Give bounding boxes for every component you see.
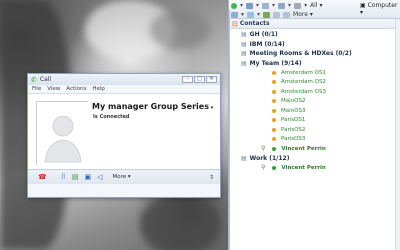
presence-icon — [272, 146, 277, 151]
contact-group[interactable]: ▤ GH (0/1) — [229, 30, 400, 40]
presence-icon — [272, 99, 276, 104]
contact-name: Vincent Perrin — [281, 145, 326, 152]
presence-icon — [272, 127, 276, 132]
chat-contact-icon[interactable] — [263, 11, 271, 18]
contacts-tree: ▤ GH (0/1) ▤ IBM (0/14) ▤ Meeting Rooms & HDX… — [229, 30, 400, 173]
contact-name: MainOS3 — [281, 107, 306, 114]
minimize-button[interactable]: – — [182, 76, 193, 83]
close-button[interactable]: ✕ — [206, 76, 217, 83]
dial-icon[interactable] — [246, 2, 254, 9]
contact-name: ParisOS3 — [281, 136, 306, 143]
group-label: GH (0/1) — [249, 31, 278, 39]
sidebar-toolbar: ▾ ▾ ▾ ▾ ▾ All ▾ ▣ Computer ▾ ▾ ▾ More ▾ — [229, 0, 400, 19]
computer-button[interactable]: ▣ Computer ▾ — [360, 2, 400, 16]
presence-icon — [272, 165, 277, 170]
contact-group[interactable]: ▤ IBM (0/14) — [229, 40, 400, 50]
contact-name: ParisOS2 — [281, 126, 306, 133]
phone-app-icon: ✆ — [31, 75, 37, 84]
group-label: IBM (0/14) — [249, 40, 285, 48]
contact-name: MainOS2 — [281, 98, 306, 105]
group-label: Work (1/12) — [249, 154, 290, 162]
contact-name[interactable]: My manager Group Series ▾ — [92, 102, 213, 111]
call-menubar: File View Actions Help — [28, 85, 220, 93]
contact-group[interactable]: ▤ My Team (9/14) — [229, 59, 400, 69]
contact-item[interactable]: ⚲ Vincent Perrin — [229, 163, 400, 173]
options-icon[interactable]: ⇕ — [209, 174, 214, 181]
contact-item[interactable]: ParisOS1 — [229, 116, 400, 126]
maximize-button[interactable]: □ — [194, 76, 205, 83]
more-button[interactable]: More ▾ — [113, 174, 131, 180]
presence-icon — [272, 137, 276, 142]
settings-icon[interactable] — [294, 2, 302, 9]
contact-item[interactable]: ParisOS2 — [229, 125, 400, 135]
dialpad-icon[interactable]: ⠿ — [61, 173, 66, 181]
screen-share-icon[interactable]: ▣ — [85, 173, 92, 181]
chat-icon[interactable]: ▤ — [72, 173, 79, 181]
group-label: My Team (9/14) — [249, 59, 302, 67]
contact-name: Amsterdam OS1 — [281, 69, 326, 76]
menu-view[interactable]: View — [47, 86, 60, 92]
contact-name: ParisOS1 — [281, 117, 306, 124]
group-icon: ▤ — [241, 59, 247, 67]
view-icon[interactable] — [283, 11, 291, 18]
group-icon: ▤ — [241, 154, 247, 162]
call-window: ✆ Call – □ ✕ File View Actions Help My m… — [27, 73, 221, 198]
person-silhouette-icon — [37, 102, 89, 166]
hangup-icon[interactable]: ☎ — [38, 173, 47, 181]
toolbar-more-button[interactable]: More ▾ — [293, 11, 313, 18]
menu-help[interactable]: Help — [92, 86, 105, 92]
contact-name: Vincent Perrin — [281, 164, 326, 171]
contact-group[interactable]: ▤ Work (1/12) — [229, 154, 400, 164]
call-status: Is Connected — [93, 114, 130, 120]
meeting-icon[interactable] — [262, 2, 270, 9]
menu-actions[interactable]: Actions — [66, 86, 86, 92]
contact-item[interactable]: ParisOS3 — [229, 135, 400, 145]
contact-name: Amsterdam OS3 — [281, 88, 326, 95]
link-icon: ⚲ — [261, 164, 266, 172]
menu-file[interactable]: File — [32, 86, 41, 92]
sidebar-scrollbar[interactable] — [395, 19, 400, 250]
call-window-title: Call — [39, 76, 52, 83]
contact-item[interactable]: MainOS2 — [229, 97, 400, 107]
contacts-sidebar: ▾ ▾ ▾ ▾ ▾ All ▾ ▣ Computer ▾ ▾ ▾ More ▾ … — [228, 0, 400, 250]
call-window-titlebar[interactable]: ✆ Call – □ ✕ — [28, 74, 220, 85]
presence-icon — [272, 118, 276, 123]
contact-item[interactable]: ⚲ Vincent Perrin — [229, 144, 400, 154]
link-icon: ⚲ — [261, 145, 266, 153]
presence-icon — [272, 108, 276, 113]
contact-avatar — [36, 101, 89, 166]
presence-icon — [272, 70, 276, 75]
call-toolbar: ☎ ⠿ ▤ ▣ ◁ More ▾ ⇕ — [28, 169, 220, 184]
contact-group[interactable]: ▤ Meeting Rooms & HDXes (0/2) — [229, 49, 400, 59]
group-label: Meeting Rooms & HDXes (0/2) — [249, 50, 352, 58]
phone-icon[interactable] — [278, 2, 286, 9]
contact-item[interactable]: Amsterdam OS1 — [229, 68, 400, 78]
add-contact-icon[interactable] — [231, 11, 238, 18]
all-filter[interactable]: All ▾ — [310, 2, 322, 9]
presence-icon — [272, 89, 276, 94]
sort-icon[interactable] — [273, 11, 281, 18]
group-icon: ▤ — [241, 50, 247, 58]
contact-item[interactable]: Amsterdam OS3 — [229, 87, 400, 97]
chevron-down-icon[interactable]: ▾ — [209, 105, 214, 111]
call-contact-icon[interactable] — [247, 11, 255, 18]
contacts-header[interactable]: ⊟ Contacts — [229, 19, 400, 29]
presence-icon — [272, 80, 276, 85]
contact-name: Amsterdam OS2 — [281, 79, 326, 86]
group-icon: ▤ — [241, 31, 247, 39]
contact-item[interactable]: Amsterdam OS2 — [229, 78, 400, 88]
call-content: My manager Group Series ▾ Is Connected ☎… — [28, 93, 220, 184]
speaker-icon[interactable]: ◁ — [97, 173, 102, 181]
contact-item[interactable]: MainOS3 — [229, 106, 400, 116]
status-icon[interactable] — [231, 2, 237, 9]
group-icon: ▤ — [241, 40, 247, 48]
collapse-icon[interactable]: ⊟ — [232, 20, 238, 28]
